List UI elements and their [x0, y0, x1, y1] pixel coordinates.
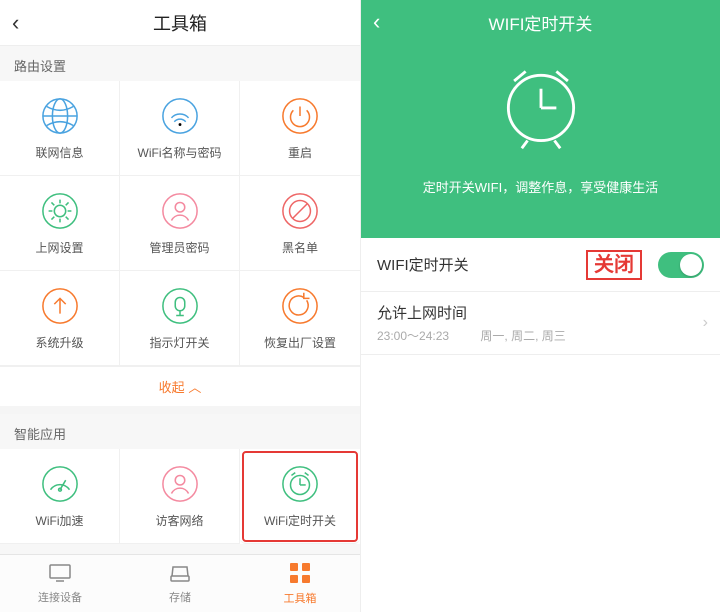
reset-icon	[280, 286, 320, 326]
cell-label: 重启	[288, 144, 312, 161]
back-icon[interactable]: ‹	[12, 12, 19, 34]
page-title: WIFI定时开关	[489, 10, 593, 35]
switch-status-badge: 关闭	[586, 250, 642, 280]
cell-label: 指示灯开关	[149, 334, 209, 351]
back-icon[interactable]: ‹	[373, 9, 380, 35]
collapse-button[interactable]: 收起 ︿	[0, 366, 360, 414]
collapse-label: 收起	[159, 380, 185, 395]
hero: ‹ WIFI定时开关 定时开关WIFI，调整作息，享受健康生活	[361, 0, 720, 238]
cell-label: 联网信息	[35, 144, 83, 161]
schedule-row[interactable]: 允许上网时间 23:00～24:23 周一, 周二, 周三 ›	[361, 292, 720, 355]
schedule-time: 23:00～24:23	[377, 329, 449, 343]
cell-label: 恢复出厂设置	[264, 334, 336, 351]
router-grid: 联网信息 WiFi名称与密码 重启 上网设置 管理员密码 黑名单 系统升级 指示…	[0, 81, 360, 366]
switch-label: WIFI定时开关	[377, 254, 469, 275]
tab-toolbox[interactable]: 工具箱	[240, 555, 360, 612]
cell-label: WiFi名称与密码	[138, 144, 222, 161]
wifi-cell[interactable]: WiFi名称与密码	[120, 81, 240, 176]
left-pane: ‹ 工具箱 路由设置 联网信息 WiFi名称与密码 重启 上网设置 管理员密码 …	[0, 0, 360, 612]
cell-label: 系统升级	[35, 334, 83, 351]
switch-toggle[interactable]	[658, 252, 704, 278]
cell-label: WiFi定时开关	[264, 512, 336, 529]
tab-label: 存储	[169, 589, 191, 605]
clock-hero-icon	[493, 58, 589, 159]
chevron-right-icon: ›	[703, 314, 708, 332]
ban-cell[interactable]: 黑名单	[240, 176, 360, 271]
chevron-up-icon: ︿	[188, 380, 201, 395]
globe-icon	[40, 96, 80, 136]
speed-icon	[40, 464, 80, 504]
section-router-label: 路由设置	[0, 46, 360, 81]
cell-label: 黑名单	[282, 239, 318, 256]
tab-devices[interactable]: 连接设备	[0, 555, 120, 612]
tab-storage[interactable]: 存储	[120, 555, 240, 612]
hero-description: 定时开关WIFI，调整作息，享受健康生活	[423, 177, 658, 196]
speed-cell[interactable]: WiFi加速	[0, 449, 120, 544]
cell-label: WiFi加速	[36, 512, 84, 529]
tabbar: 连接设备 存储 工具箱	[0, 554, 360, 612]
tab-label: 工具箱	[284, 590, 317, 606]
gear-icon	[40, 191, 80, 231]
guest-cell[interactable]: 访客网络	[120, 449, 240, 544]
left-content: 路由设置 联网信息 WiFi名称与密码 重启 上网设置 管理员密码 黑名单 系统…	[0, 46, 360, 554]
smart-grid: WiFi加速 访客网络 WiFi定时开关	[0, 449, 360, 544]
schedule-label: 允许上网时间	[377, 302, 704, 323]
right-pane: ‹ WIFI定时开关 定时开关WIFI，调整作息，享受健康生活 WIFI定时开关…	[360, 0, 720, 612]
grid-icon	[289, 562, 311, 587]
page-title: 工具箱	[153, 10, 207, 36]
schedule-days: 周一, 周二, 周三	[480, 329, 565, 343]
cell-label: 访客网络	[155, 512, 203, 529]
wifi-icon	[160, 96, 200, 136]
cell-label: 上网设置	[35, 239, 83, 256]
user-icon	[160, 191, 200, 231]
schedule-detail: 23:00～24:23 周一, 周二, 周三	[377, 327, 704, 344]
user-cell[interactable]: 管理员密码	[120, 176, 240, 271]
cell-label: 管理员密码	[149, 239, 209, 256]
tab-label: 连接设备	[38, 589, 82, 605]
globe-cell[interactable]: 联网信息	[0, 81, 120, 176]
guest-icon	[160, 464, 200, 504]
wifi-timer-switch-row: WIFI定时开关 关闭	[361, 238, 720, 292]
disk-icon	[168, 563, 192, 586]
led-icon	[160, 286, 200, 326]
monitor-icon	[48, 563, 72, 586]
clock-cell[interactable]: WiFi定时开关	[240, 449, 360, 544]
upgrade-cell[interactable]: 系统升级	[0, 271, 120, 366]
gear-cell[interactable]: 上网设置	[0, 176, 120, 271]
led-cell[interactable]: 指示灯开关	[120, 271, 240, 366]
clock-icon	[280, 464, 320, 504]
section-smart-label: 智能应用	[0, 414, 360, 449]
ban-icon	[280, 191, 320, 231]
left-header: ‹ 工具箱	[0, 0, 360, 46]
power-cell[interactable]: 重启	[240, 81, 360, 176]
power-icon	[280, 96, 320, 136]
right-header: ‹ WIFI定时开关	[361, 0, 720, 44]
reset-cell[interactable]: 恢复出厂设置	[240, 271, 360, 366]
upgrade-icon	[40, 286, 80, 326]
